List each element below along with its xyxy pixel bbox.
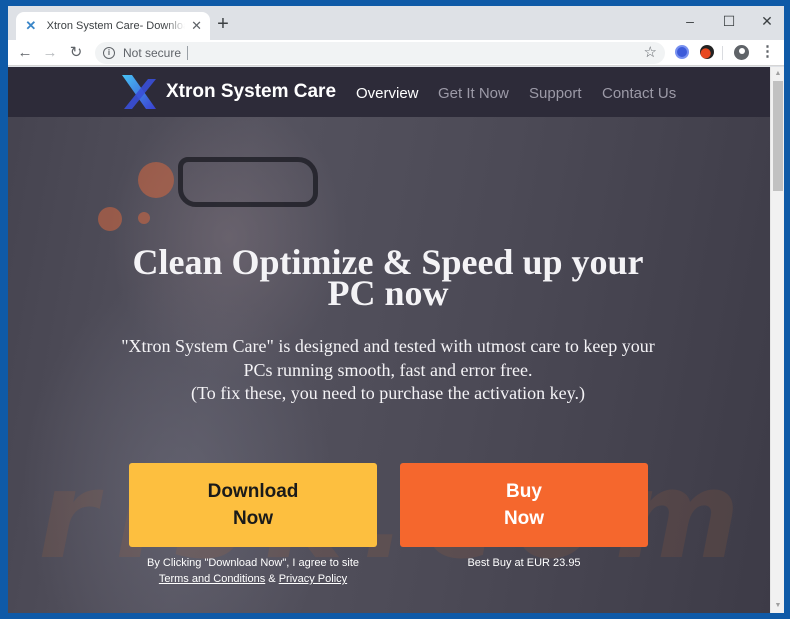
browser-tab[interactable]: ✕ Xtron System Care- Download PC ✕ xyxy=(16,12,210,40)
toolbar-separator xyxy=(722,46,723,60)
vertical-scrollbar[interactable]: ▲ ▼ xyxy=(770,67,784,613)
decorative-dot xyxy=(98,207,122,231)
profile-icon[interactable] xyxy=(734,45,749,60)
buy-label: Buy xyxy=(506,481,542,502)
decorative-dot xyxy=(138,212,150,224)
extension-icon[interactable] xyxy=(700,45,714,59)
description-line: (To fix these, you need to purchase the … xyxy=(191,383,585,403)
tab-close-icon[interactable]: ✕ xyxy=(191,18,202,34)
scroll-thumb[interactable] xyxy=(773,81,783,191)
agreement-text: By Clicking "Download Now", I agree to s… xyxy=(146,557,359,569)
download-label: Download xyxy=(207,481,299,502)
terms-link[interactable]: Terms and Conditions xyxy=(159,573,265,585)
nav-get-it-now[interactable]: Get It Now xyxy=(438,85,509,102)
decorative-dot xyxy=(138,162,174,198)
close-window-button[interactable]: ✕ xyxy=(752,10,782,32)
hero-headline: Clean Optimize & Speed up your PC now xyxy=(68,244,708,313)
xtron-favicon-icon: ✕ xyxy=(25,18,37,33)
browser-toolbar: ← → ↻ i Not secure ☆ ⋮ xyxy=(8,40,784,66)
extension-icon[interactable] xyxy=(675,45,689,59)
price-note: Best Buy at EUR 23.95 xyxy=(467,557,581,569)
menu-icon[interactable]: ⋮ xyxy=(760,43,775,61)
ampersand: & xyxy=(265,573,279,585)
forward-button[interactable]: → xyxy=(39,42,61,64)
scroll-down-arrow-icon[interactable]: ▼ xyxy=(774,602,782,610)
back-button[interactable]: ← xyxy=(14,42,36,64)
description-line: "Xtron System Care" is designed and test… xyxy=(121,336,655,356)
download-agreement-note: By Clicking "Download Now", I agree to s… xyxy=(129,555,377,587)
scroll-up-arrow-icon[interactable]: ▲ xyxy=(774,70,782,78)
headline-line: PC now xyxy=(327,273,449,313)
minimize-button[interactable]: – xyxy=(675,10,705,32)
reload-button[interactable]: ↻ xyxy=(65,42,87,64)
buy-now-button[interactable]: Buy Now xyxy=(400,463,648,547)
nav-contact-us[interactable]: Contact Us xyxy=(602,85,676,102)
xtron-logo-icon xyxy=(122,75,156,109)
info-icon[interactable]: i xyxy=(103,47,115,59)
download-now-button[interactable]: Download Now xyxy=(129,463,377,547)
page-viewport: risk.com Xtron System Care Overview Get … xyxy=(8,67,770,613)
brand-name: Xtron System Care xyxy=(166,81,337,102)
site-navbar: Xtron System Care Overview Get It Now Su… xyxy=(8,67,770,117)
address-separator xyxy=(187,46,189,60)
nav-overview[interactable]: Overview xyxy=(356,85,419,102)
bookmark-star-icon[interactable]: ☆ xyxy=(644,43,657,61)
buy-label: Now xyxy=(503,508,545,529)
browser-window: ✕ Xtron System Care- Download PC ✕ + – ☐… xyxy=(8,6,784,613)
security-label: Not secure xyxy=(123,46,182,60)
new-tab-button[interactable]: + xyxy=(213,14,233,35)
hero-photo-glasses xyxy=(178,157,318,207)
hero-description: "Xtron System Care" is designed and test… xyxy=(68,335,708,406)
privacy-link[interactable]: Privacy Policy xyxy=(279,573,347,585)
maximize-button[interactable]: ☐ xyxy=(714,10,744,32)
tab-title: Xtron System Care- Download PC xyxy=(46,20,185,32)
download-label: Now xyxy=(232,508,274,529)
nav-support[interactable]: Support xyxy=(529,85,582,102)
description-line: PCs running smooth, fast and error free. xyxy=(243,359,533,380)
tab-strip: ✕ Xtron System Care- Download PC ✕ + – ☐… xyxy=(8,6,784,40)
address-bar[interactable]: i Not secure ☆ xyxy=(95,42,665,64)
